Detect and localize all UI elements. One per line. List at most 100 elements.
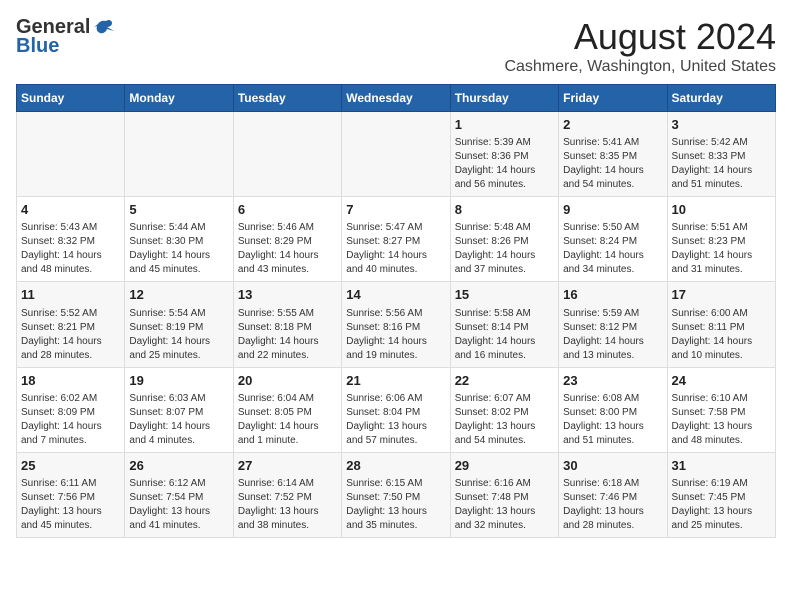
day-info: Sunrise: 5:43 AM Sunset: 8:32 PM Dayligh…	[21, 221, 120, 277]
calendar-cell: 20 Sunrise: 6:04 AM Sunset: 8:05 PM Dayli…	[233, 367, 341, 452]
calendar-cell: 29 Sunrise: 6:16 AM Sunset: 7:48 PM Dayli…	[450, 452, 558, 537]
calendar-cell: 10 Sunrise: 5:51 AM Sunset: 8:23 PM Dayli…	[667, 197, 775, 282]
day-number: 25	[21, 457, 120, 475]
day-number: 11	[21, 286, 120, 304]
day-info: Sunrise: 6:06 AM Sunset: 8:04 PM Dayligh…	[346, 392, 445, 448]
calendar-cell: 23 Sunrise: 6:08 AM Sunset: 8:00 PM Dayli…	[559, 367, 667, 452]
day-number: 23	[563, 372, 662, 390]
calendar-cell: 21 Sunrise: 6:06 AM Sunset: 8:04 PM Dayli…	[342, 367, 450, 452]
day-info: Sunrise: 5:59 AM Sunset: 8:12 PM Dayligh…	[563, 307, 662, 363]
calendar-cell: 15 Sunrise: 5:58 AM Sunset: 8:14 PM Dayli…	[450, 282, 558, 367]
day-number: 2	[563, 116, 662, 134]
day-info: Sunrise: 5:44 AM Sunset: 8:30 PM Dayligh…	[129, 221, 228, 277]
header-day-tuesday: Tuesday	[233, 85, 341, 112]
day-number: 19	[129, 372, 228, 390]
calendar-cell	[125, 112, 233, 197]
day-info: Sunrise: 5:56 AM Sunset: 8:16 PM Dayligh…	[346, 307, 445, 363]
day-info: Sunrise: 6:14 AM Sunset: 7:52 PM Dayligh…	[238, 477, 337, 533]
main-title: August 2024	[504, 16, 776, 58]
calendar-cell: 2 Sunrise: 5:41 AM Sunset: 8:35 PM Daylig…	[559, 112, 667, 197]
day-info: Sunrise: 5:39 AM Sunset: 8:36 PM Dayligh…	[455, 136, 554, 192]
calendar-cell: 13 Sunrise: 5:55 AM Sunset: 8:18 PM Dayli…	[233, 282, 341, 367]
day-number: 10	[672, 201, 771, 219]
day-number: 13	[238, 286, 337, 304]
calendar-cell: 26Sunrise: 6:12 AM Sunset: 7:54 PM Dayli…	[125, 452, 233, 537]
calendar-cell: 17 Sunrise: 6:00 AM Sunset: 8:11 PM Dayli…	[667, 282, 775, 367]
day-number: 5	[129, 201, 228, 219]
calendar-cell: 4Sunrise: 5:43 AM Sunset: 8:32 PM Daylig…	[17, 197, 125, 282]
day-number: 29	[455, 457, 554, 475]
calendar-cell: 6 Sunrise: 5:46 AM Sunset: 8:29 PM Daylig…	[233, 197, 341, 282]
day-number: 7	[346, 201, 445, 219]
calendar-week-3: 11 Sunrise: 5:52 AM Sunset: 8:21 PM Dayli…	[17, 282, 776, 367]
day-info: Sunrise: 5:42 AM Sunset: 8:33 PM Dayligh…	[672, 136, 771, 192]
day-number: 3	[672, 116, 771, 134]
calendar-cell: 14 Sunrise: 5:56 AM Sunset: 8:16 PM Dayli…	[342, 282, 450, 367]
calendar-cell	[233, 112, 341, 197]
day-number: 26	[129, 457, 228, 475]
day-info: Sunrise: 6:03 AM Sunset: 8:07 PM Dayligh…	[129, 392, 228, 448]
day-number: 16	[563, 286, 662, 304]
calendar-week-5: 25 Sunrise: 6:11 AM Sunset: 7:56 PM Dayli…	[17, 452, 776, 537]
day-number: 20	[238, 372, 337, 390]
day-number: 15	[455, 286, 554, 304]
calendar-cell: 25 Sunrise: 6:11 AM Sunset: 7:56 PM Dayli…	[17, 452, 125, 537]
day-info: Sunrise: 5:51 AM Sunset: 8:23 PM Dayligh…	[672, 221, 771, 277]
day-info: Sunrise: 6:18 AM Sunset: 7:46 PM Dayligh…	[563, 477, 662, 533]
calendar-cell: 7 Sunrise: 5:47 AM Sunset: 8:27 PM Daylig…	[342, 197, 450, 282]
calendar-cell: 9 Sunrise: 5:50 AM Sunset: 8:24 PM Daylig…	[559, 197, 667, 282]
day-number: 6	[238, 201, 337, 219]
header-day-saturday: Saturday	[667, 85, 775, 112]
day-number: 14	[346, 286, 445, 304]
header-day-wednesday: Wednesday	[342, 85, 450, 112]
day-info: Sunrise: 6:16 AM Sunset: 7:48 PM Dayligh…	[455, 477, 554, 533]
calendar-week-1: 1 Sunrise: 5:39 AM Sunset: 8:36 PM Daylig…	[17, 112, 776, 197]
calendar-cell: 18 Sunrise: 6:02 AM Sunset: 8:09 PM Dayli…	[17, 367, 125, 452]
calendar-cell: 31Sunrise: 6:19 AM Sunset: 7:45 PM Dayli…	[667, 452, 775, 537]
calendar-cell: 16 Sunrise: 5:59 AM Sunset: 8:12 PM Dayli…	[559, 282, 667, 367]
day-info: Sunrise: 5:50 AM Sunset: 8:24 PM Dayligh…	[563, 221, 662, 277]
day-number: 28	[346, 457, 445, 475]
calendar-cell: 3 Sunrise: 5:42 AM Sunset: 8:33 PM Daylig…	[667, 112, 775, 197]
calendar-cell: 19 Sunrise: 6:03 AM Sunset: 8:07 PM Dayli…	[125, 367, 233, 452]
day-number: 1	[455, 116, 554, 134]
day-number: 22	[455, 372, 554, 390]
subtitle: Cashmere, Washington, United States	[504, 58, 776, 76]
day-info: Sunrise: 6:00 AM Sunset: 8:11 PM Dayligh…	[672, 307, 771, 363]
day-info: Sunrise: 6:07 AM Sunset: 8:02 PM Dayligh…	[455, 392, 554, 448]
calendar-header-row: SundayMondayTuesdayWednesdayThursdayFrid…	[17, 85, 776, 112]
day-number: 17	[672, 286, 771, 304]
calendar-cell: 1 Sunrise: 5:39 AM Sunset: 8:36 PM Daylig…	[450, 112, 558, 197]
day-info: Sunrise: 6:11 AM Sunset: 7:56 PM Dayligh…	[21, 477, 120, 533]
calendar-cell: 5 Sunrise: 5:44 AM Sunset: 8:30 PM Daylig…	[125, 197, 233, 282]
day-number: 31	[672, 457, 771, 475]
calendar-cell	[342, 112, 450, 197]
calendar-cell: 8Sunrise: 5:48 AM Sunset: 8:26 PM Daylig…	[450, 197, 558, 282]
day-number: 30	[563, 457, 662, 475]
day-info: Sunrise: 6:02 AM Sunset: 8:09 PM Dayligh…	[21, 392, 120, 448]
calendar-cell: 11 Sunrise: 5:52 AM Sunset: 8:21 PM Dayli…	[17, 282, 125, 367]
logo-bird-icon	[92, 17, 114, 39]
calendar-week-4: 18 Sunrise: 6:02 AM Sunset: 8:09 PM Dayli…	[17, 367, 776, 452]
day-info: Sunrise: 5:41 AM Sunset: 8:35 PM Dayligh…	[563, 136, 662, 192]
day-number: 21	[346, 372, 445, 390]
calendar-cell	[17, 112, 125, 197]
day-info: Sunrise: 5:55 AM Sunset: 8:18 PM Dayligh…	[238, 307, 337, 363]
logo-blue-text: Blue	[16, 35, 59, 58]
day-info: Sunrise: 5:47 AM Sunset: 8:27 PM Dayligh…	[346, 221, 445, 277]
day-info: Sunrise: 5:46 AM Sunset: 8:29 PM Dayligh…	[238, 221, 337, 277]
page-header: General Blue August 2024 Cashmere, Washi…	[16, 16, 776, 76]
day-number: 8	[455, 201, 554, 219]
header-day-thursday: Thursday	[450, 85, 558, 112]
logo: General Blue	[16, 16, 114, 58]
day-info: Sunrise: 6:04 AM Sunset: 8:05 PM Dayligh…	[238, 392, 337, 448]
day-number: 18	[21, 372, 120, 390]
day-number: 12	[129, 286, 228, 304]
day-info: Sunrise: 6:08 AM Sunset: 8:00 PM Dayligh…	[563, 392, 662, 448]
day-info: Sunrise: 5:52 AM Sunset: 8:21 PM Dayligh…	[21, 307, 120, 363]
day-number: 9	[563, 201, 662, 219]
calendar-cell: 28Sunrise: 6:15 AM Sunset: 7:50 PM Dayli…	[342, 452, 450, 537]
calendar-cell: 12Sunrise: 5:54 AM Sunset: 8:19 PM Dayli…	[125, 282, 233, 367]
calendar-cell: 22 Sunrise: 6:07 AM Sunset: 8:02 PM Dayli…	[450, 367, 558, 452]
day-info: Sunrise: 5:58 AM Sunset: 8:14 PM Dayligh…	[455, 307, 554, 363]
